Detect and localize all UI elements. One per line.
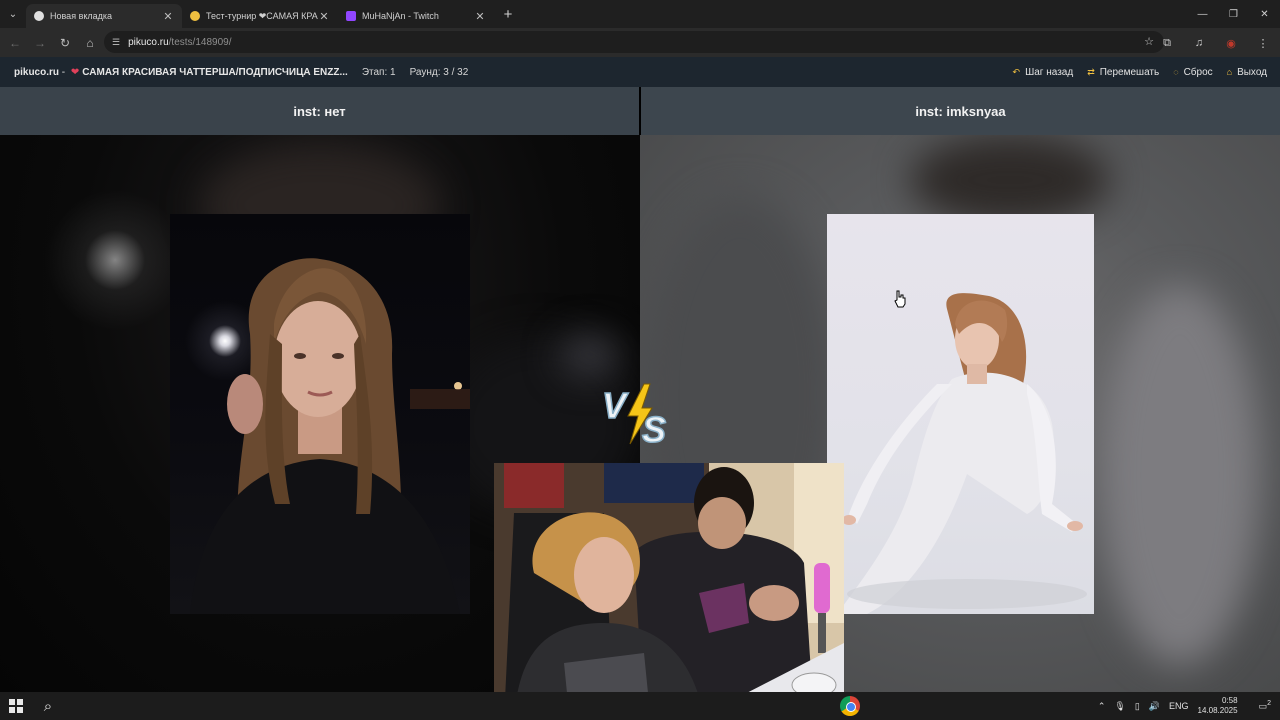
tab-twitch[interactable]: MuHaNjAn - Twitch ✕ [338,4,494,28]
twitch-icon [346,11,356,21]
tab-title: MuHaNjAn - Twitch [362,11,439,21]
title-separator: - [59,66,68,78]
exit-label: Выход [1237,66,1267,78]
reload-icon[interactable]: ↻ [53,31,77,55]
reset-icon: ◌ [1173,67,1179,77]
minimize-icon[interactable]: — [1187,0,1218,28]
round-indicator: Раунд: 3 / 32 [409,66,469,78]
toolbar-icons: ⧉ ♫ ◉ ⋮ [1156,32,1274,54]
home-browser-icon[interactable]: ⌂ [78,31,102,55]
tab-title: Тест-турнир ❤САМАЯ КРАСИ [206,10,318,21]
browser-toolbar: ← → ↻ ⌂ ☰ pikuco.ru /tests/148909/ ☆ ⧉ ♫… [0,28,1280,57]
clock[interactable]: 0:58 14.08.2025 [1198,696,1247,716]
browser-tab-bar: ⌄ Новая вкладка ✕ Тест-турнир ❤САМАЯ КРА… [0,0,1280,28]
system-tray: ⌃ 🎙 ▯ 🔊 ENG 0:58 14.08.2025 ▭2 [1098,692,1280,720]
notification-count: 2 [1267,700,1271,707]
blurred-background [910,135,1110,225]
home-icon: ⌂ [1226,67,1233,77]
shuffle-label: Перемешать [1099,66,1160,78]
language-indicator[interactable]: ENG [1169,701,1189,711]
right-contestant-name[interactable]: inst: imksnyaa [641,87,1280,135]
notifications-icon[interactable]: ▭2 [1259,700,1271,712]
shuffle-button[interactable]: ⇄ Перемешать [1087,67,1159,78]
network-icon[interactable]: ▯ [1135,701,1140,712]
close-icon[interactable]: ✕ [318,10,330,23]
blurred-background [1100,285,1260,665]
exit-button[interactable]: ⌂ Выход [1227,67,1267,78]
step-back-button[interactable]: ↶ Шаг назад [1013,67,1074,78]
window-controls: — ❐ ✕ [1187,0,1280,28]
header-actions: ↶ Шаг назад ⇄ Перемешать ◌ Сброс ⌂ Выход [1013,57,1267,87]
microphone-icon[interactable]: 🎙 [1114,701,1125,712]
close-icon[interactable]: ✕ [162,10,174,23]
left-contestant-name[interactable]: inst: нет [0,87,639,135]
site-header: pikuco.ru - ❤ САМАЯ КРАСИВАЯ ЧАТТЕРША/ПО… [0,57,1280,87]
close-window-icon[interactable]: ✕ [1249,0,1280,28]
taskbar-chrome-icon[interactable] [840,696,860,716]
test-title: САМАЯ КРАСИВАЯ ЧАТТЕРША/ПОДПИСЧИЦА ENZZ.… [82,66,348,78]
clock-time: 0:58 [1222,696,1238,705]
address-bar[interactable]: ☰ pikuco.ru /tests/148909/ ☆ [104,31,1164,53]
tab-pikuco[interactable]: Тест-турнир ❤САМАЯ КРАСИ ✕ [182,4,338,28]
site-info-icon[interactable]: ☰ [112,37,120,48]
extensions-icon[interactable]: ⧉ [1156,32,1178,54]
search-icon[interactable]: ⌕ [32,692,64,720]
media-control-icon[interactable]: ♫ [1188,32,1210,54]
menu-dots-icon[interactable]: ⋮ [1252,32,1274,54]
right-contestant-photo[interactable] [827,214,1094,614]
blurred-background [560,335,620,375]
vs-letter-v: V [602,385,629,426]
reset-button[interactable]: ◌ Сброс [1173,67,1212,78]
pikuco-icon [190,11,200,21]
windows-logo-icon [9,699,23,713]
right-photo-illustration [837,293,1087,614]
site-brand[interactable]: pikuco.ru [14,67,59,78]
heart-icon: ❤ [70,66,80,78]
url-path: /tests/148909/ [168,36,232,48]
url-host: pikuco.ru [128,36,169,48]
left-contestant-photo[interactable] [170,214,470,614]
versus-badge: V S [600,380,680,451]
hand-cursor-icon [893,290,907,308]
new-tab-button[interactable]: + [496,2,520,26]
volume-icon[interactable]: 🔊 [1149,701,1160,712]
tray-chevron-icon[interactable]: ⌃ [1098,701,1106,712]
stage-indicator: Этап: 1 [361,66,396,78]
undo-icon: ↶ [1012,66,1021,77]
shuffle-icon: ⇄ [1087,66,1095,77]
profile-icon[interactable]: ◉ [1220,32,1242,54]
clock-date: 14.08.2025 [1197,706,1238,715]
close-icon[interactable]: ✕ [474,10,486,23]
forward-icon[interactable]: → [28,31,52,55]
restore-icon[interactable]: ❐ [1218,0,1249,28]
tab-search-button[interactable]: ⌄ [0,0,26,28]
step-back-label: Шаг назад [1025,66,1074,78]
streamer-webcam-overlay [494,463,844,720]
tab-title: Новая вкладка [50,11,113,21]
chrome-icon [34,11,44,21]
pointer-hand [894,290,906,308]
webcam-feed [494,463,844,720]
bookmark-star-icon[interactable]: ☆ [1144,35,1154,48]
tab-new-tab[interactable]: Новая вкладка ✕ [26,4,182,28]
windows-taskbar: ⌕ ⌃ 🎙 ▯ 🔊 ENG 0:58 14.08.2025 ▭2 [0,692,1280,720]
start-button[interactable] [0,692,32,720]
left-photo-illustration [190,258,470,614]
reset-label: Сброс [1183,66,1213,78]
back-icon[interactable]: ← [3,31,27,55]
vs-logo-icon: V S [601,383,667,451]
